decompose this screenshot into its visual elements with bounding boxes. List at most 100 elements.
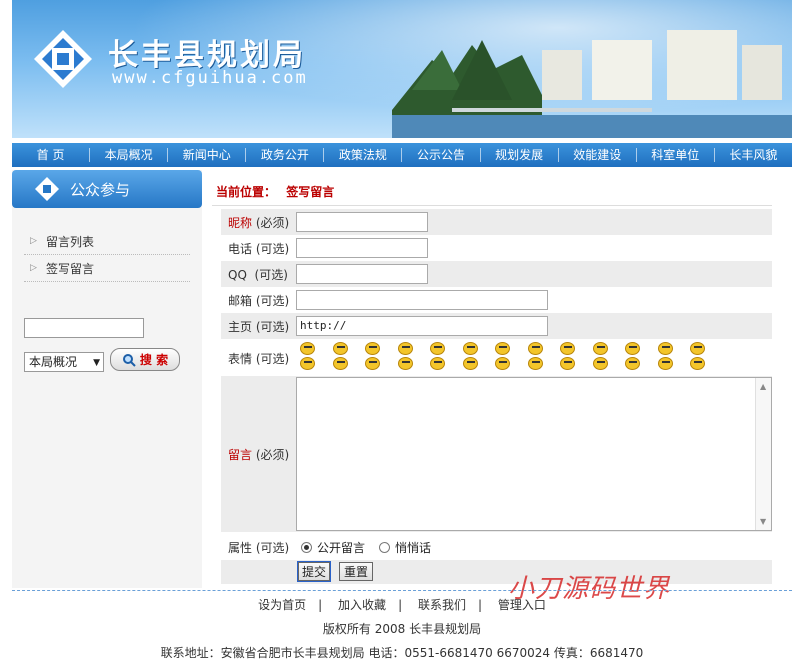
main-nav: 首 页 本局概况 新闻中心 政务公开 政策法规 公示公告 规划发展 效能建设 科… [12,143,792,167]
radio-private[interactable]: 悄悄话 [379,539,431,556]
divider [212,205,772,206]
nav-item-home[interactable]: 首 页 [12,148,89,162]
radio-private-label: 悄悄话 [395,540,432,555]
emoticon-icon[interactable] [657,357,673,370]
emoticon-icon[interactable] [495,357,510,370]
emoticon-icon[interactable] [462,342,478,355]
email-label: 邮箱 (可选) [228,293,290,308]
submit-button[interactable]: 提交 [297,561,331,582]
qq-label: QQ (可选) [228,267,288,282]
emoticon-icon[interactable] [527,357,543,370]
emotion-label: 表情 (可选) [228,351,290,366]
sidebar-header: 公众参与 [12,170,202,208]
emoticon-icon[interactable] [560,357,575,370]
reset-button[interactable]: 重置 [339,562,373,581]
emoticon-icon[interactable] [332,342,348,355]
radio-public[interactable]: 公开留言 [301,539,365,556]
breadcrumb-current: 签写留言 [286,185,335,199]
visibility-row: 属性 (可选) 公开留言 悄悄话 [221,534,772,560]
landscape-image [392,30,792,138]
emoticon-icon[interactable] [625,357,640,370]
nickname-field[interactable] [296,212,428,232]
nav-item-about[interactable]: 本局概况 [89,148,167,162]
nav-item-departments[interactable]: 科室单位 [635,148,714,162]
emoticon-icon[interactable] [397,357,413,370]
nav-item-news[interactable]: 新闻中心 [167,148,245,162]
emoticon-icon[interactable] [365,357,380,370]
breadcrumb: 当前位置： 签写留言 [216,183,334,200]
phone-row: 电话 (可选) [221,235,772,261]
phone-field[interactable] [296,238,428,258]
triangle-right-icon: ▷ [30,236,37,246]
chevron-down-icon: ▼ [93,358,100,368]
visibility-label: 属性 (可选) [228,540,290,555]
radio-public-button[interactable] [301,541,312,553]
search-input[interactable] [24,318,144,338]
sidebar-list: ▷ 留言列表 ▷ 签写留言 [12,228,202,282]
radio-private-button[interactable] [379,541,391,553]
emoticon-icon[interactable] [430,342,445,355]
emoticon-grid [300,342,720,370]
magnifier-icon [122,353,136,367]
sidebar-item-message-list[interactable]: ▷ 留言列表 [24,228,190,255]
nav-item-policy[interactable]: 政策法规 [323,148,401,162]
footer-address: 联系地址：安徽省合肥市长丰县规划局 电话：0551-6681470 667002… [160,646,644,660]
message-textarea[interactable]: ▲ ▼ [296,377,772,531]
homepage-row: 主页 (可选) http:// [221,313,772,339]
nav-item-gov-affairs[interactable]: 政务公开 [245,148,323,162]
qq-row: QQ (可选) [221,261,772,287]
footer-divider [12,590,792,591]
emoticon-icon[interactable] [527,342,543,355]
emoticon-icon[interactable] [690,342,705,355]
homepage-field[interactable]: http:// [296,316,548,336]
logo-icon [34,30,92,88]
scrollbar[interactable]: ▲ ▼ [755,378,771,530]
emoticon-icon[interactable] [657,342,673,355]
category-select[interactable]: 本局概况 ▼ [24,352,104,372]
emoticon-icon[interactable] [625,342,640,355]
homepage-label: 主页 (可选) [228,319,290,334]
emoticon-icon[interactable] [300,342,315,355]
search-button-label: 搜 索 [139,353,169,367]
email-field[interactable] [296,290,548,310]
nickname-label: 昵称 (必须) [228,215,290,230]
scroll-up-icon[interactable]: ▲ [760,382,766,391]
site-url: www.cfguihua.com [112,68,308,88]
message-label: 留言 (必须) [228,447,290,462]
sidebar-title: 公众参与 [70,180,131,199]
footer-copyright: 版权所有 2008 长丰县规划局 [322,622,482,636]
emoticon-icon[interactable] [560,342,575,355]
footer-link-contact[interactable]: 联系我们 [412,598,472,612]
emoticon-icon[interactable] [397,342,413,355]
emoticon-icon[interactable] [300,357,315,370]
emoticon-icon[interactable] [592,357,608,370]
diamond-logo-icon [35,177,59,201]
phone-label: 电话 (可选) [228,241,290,256]
emoticon-icon[interactable] [495,342,510,355]
footer-link-homepage[interactable]: 设为首页 [252,598,312,612]
breadcrumb-prefix: 当前位置： [216,185,277,199]
nav-item-planning[interactable]: 规划发展 [479,148,558,162]
footer-link-admin[interactable]: 管理入口 [492,598,552,612]
email-row: 邮箱 (可选) [221,287,772,313]
search-button[interactable]: 搜 索 [110,348,180,371]
sidebar-item-write-message[interactable]: ▷ 签写留言 [24,255,190,282]
emoticon-icon[interactable] [592,342,608,355]
scroll-down-icon[interactable]: ▼ [760,517,766,526]
emoticon-icon[interactable] [365,342,380,355]
category-select-value: 本局概况 [29,355,78,369]
qq-field[interactable] [296,264,428,284]
sidebar: 公众参与 ▷ 留言列表 ▷ 签写留言 本局概况 ▼ 搜 索 [12,170,202,588]
nav-item-efficiency[interactable]: 效能建设 [557,148,636,162]
footer-links: 设为首页 | 加入收藏 | 联系我们 | 管理入口 [0,596,804,613]
radio-public-label: 公开留言 [317,540,366,555]
emoticon-icon[interactable] [462,357,478,370]
emoticon-icon[interactable] [690,357,705,370]
emoticon-icon[interactable] [332,357,348,370]
nav-item-scenery[interactable]: 长丰风貌 [713,148,792,162]
footer-link-favorite[interactable]: 加入收藏 [332,598,392,612]
nav-item-notices[interactable]: 公示公告 [401,148,479,162]
header-banner: 长丰县规划局 www.cfguihua.com [12,0,792,138]
nickname-row: 昵称 (必须) [221,209,772,235]
emoticon-icon[interactable] [430,357,445,370]
